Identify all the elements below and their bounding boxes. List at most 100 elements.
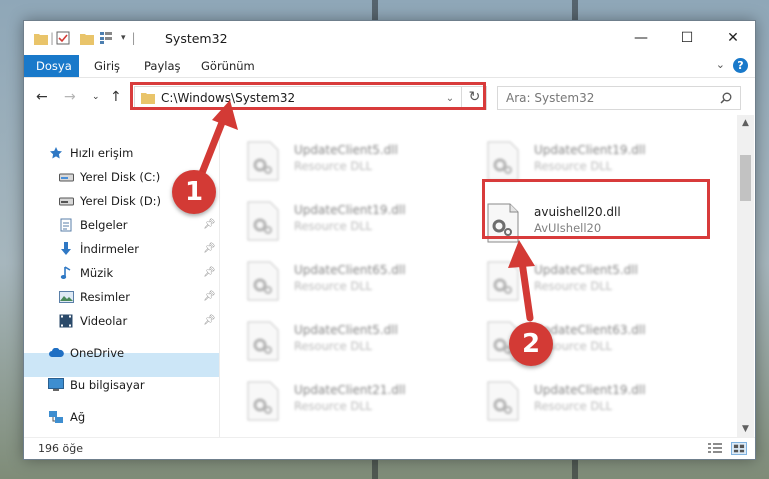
nav-label: Müzik <box>80 266 114 280</box>
nav-quick-access[interactable]: Hızlı erişim <box>48 141 133 165</box>
file-name: UpdateClient21.dll <box>294 383 406 397</box>
tab-view[interactable]: Görünüm <box>189 55 267 77</box>
maximize-button[interactable]: ☐ <box>664 21 710 55</box>
file-tile[interactable]: UpdateClient19.dll Resource DLL <box>486 379 716 429</box>
minimize-icon: — <box>634 30 648 46</box>
file-name: UpdateClient19.dll <box>534 143 646 157</box>
navigation-pane: Hızlı erişim Yerel Disk (C:) Yerel Disk … <box>24 115 219 437</box>
nav-label: Resimler <box>80 290 130 304</box>
back-button[interactable]: ← <box>36 89 48 105</box>
file-name: UpdateClient5.dll <box>294 143 398 157</box>
pin-icon[interactable]: 📌︎ <box>203 219 216 230</box>
file-description: Resource DLL <box>534 159 613 173</box>
dll-file-icon <box>486 381 522 423</box>
download-icon <box>58 242 74 256</box>
nav-label: OneDrive <box>70 346 125 360</box>
videos-icon <box>58 314 74 328</box>
details-view-icon[interactable] <box>707 442 723 455</box>
drive-icon <box>58 194 74 208</box>
file-tile[interactable]: UpdateClient5.dll Resource DLL <box>246 319 476 369</box>
nav-videos[interactable]: Videolar <box>58 309 127 333</box>
nav-downloads[interactable]: İndirmeler <box>58 237 139 261</box>
file-name: UpdateClient19.dll <box>294 203 406 217</box>
scroll-up-icon[interactable]: ▲ <box>737 115 754 131</box>
file-tile[interactable]: UpdateClient19.dll Resource DLL <box>246 199 476 249</box>
file-highlight <box>482 179 710 239</box>
item-count: 196 öğe <box>38 442 83 455</box>
customize-toolbar-icon[interactable]: ▾ <box>121 33 126 43</box>
dll-file-icon <box>246 381 282 423</box>
nav-label: Yerel Disk (D:) <box>80 194 162 208</box>
address-bar-highlight <box>130 82 486 110</box>
file-name: UpdateClient65.dll <box>294 263 406 277</box>
close-icon: ✕ <box>727 30 739 46</box>
search-box[interactable]: Ara: System32 <box>497 86 741 110</box>
nav-label: İndirmeler <box>80 242 139 256</box>
dll-file-icon <box>246 201 282 243</box>
pin-icon[interactable]: 📌︎ <box>203 243 216 254</box>
nav-label: Belgeler <box>80 218 128 232</box>
tab-share[interactable]: Paylaş <box>132 55 193 77</box>
minimize-button[interactable]: — <box>618 21 664 55</box>
cloud-icon <box>48 346 64 360</box>
network-icon <box>48 410 64 424</box>
nav-label: Ağ <box>70 410 86 424</box>
properties-icon[interactable] <box>56 31 70 45</box>
expand-ribbon-icon[interactable]: ⌄ <box>716 58 725 71</box>
scroll-down-icon[interactable]: ▼ <box>737 421 754 437</box>
nav-label: Yerel Disk (C:) <box>80 170 161 184</box>
nav-drive-c[interactable]: Yerel Disk (C:) <box>58 165 160 189</box>
file-name: UpdateClient19.dll <box>534 383 646 397</box>
dll-file-icon <box>486 261 522 303</box>
quick-access-toolbar: | ▾ | <box>34 31 136 45</box>
up-button[interactable]: ↑ <box>110 89 122 105</box>
drive-icon <box>58 170 74 184</box>
file-description: Resource DLL <box>294 399 373 413</box>
pictures-icon <box>58 290 74 304</box>
vertical-scrollbar[interactable]: ▲ ▼ <box>737 115 754 437</box>
file-tile[interactable]: UpdateClient5.dll Resource DLL <box>486 259 716 309</box>
dll-file-icon <box>246 321 282 363</box>
separator: | <box>131 31 136 45</box>
nav-this-pc[interactable]: Bu bilgisayar <box>48 373 145 397</box>
tab-home[interactable]: Giriş <box>82 55 132 77</box>
pane-divider <box>219 115 220 437</box>
search-placeholder: Ara: System32 <box>506 91 595 105</box>
view-menu-icon[interactable] <box>100 32 116 44</box>
nav-label: Videolar <box>80 314 128 328</box>
ribbon-tabs: Dosya Giriş Paylaş Görünüm ⌄ ? <box>24 55 755 77</box>
folder-icon[interactable] <box>34 32 48 45</box>
nav-documents[interactable]: Belgeler <box>58 213 128 237</box>
nav-drive-d[interactable]: Yerel Disk (D:) <box>58 189 161 213</box>
tab-file[interactable]: Dosya <box>24 55 79 77</box>
forward-button[interactable]: → <box>64 89 76 105</box>
file-name: UpdateClient5.dll <box>534 263 638 277</box>
file-tile[interactable]: UpdateClient65.dll Resource DLL <box>246 259 476 309</box>
file-description: Resource DLL <box>294 219 373 233</box>
recent-locations-icon[interactable]: ⌄ <box>92 92 100 102</box>
new-folder-icon[interactable] <box>80 32 94 45</box>
nav-network[interactable]: Ağ <box>48 405 85 429</box>
pin-icon[interactable]: 📌︎ <box>203 315 216 326</box>
search-icon <box>720 92 732 104</box>
scroll-thumb[interactable] <box>740 155 751 201</box>
file-tile[interactable]: UpdateClient5.dll Resource DLL <box>246 139 476 189</box>
file-description: Resource DLL <box>534 399 613 413</box>
file-tile[interactable]: UpdateClient21.dll Resource DLL <box>246 379 476 429</box>
music-icon <box>58 266 74 280</box>
help-icon[interactable]: ? <box>733 58 748 73</box>
title-bar: | ▾ | System32 — ☐ ✕ <box>24 21 755 55</box>
nav-onedrive[interactable]: OneDrive <box>48 341 124 365</box>
documents-icon <box>58 218 74 232</box>
close-button[interactable]: ✕ <box>710 21 756 55</box>
large-icons-view-icon[interactable] <box>731 442 747 455</box>
file-description: Resource DLL <box>294 279 373 293</box>
nav-pictures[interactable]: Resimler <box>58 285 130 309</box>
dll-file-icon <box>486 141 522 183</box>
nav-music[interactable]: Müzik <box>58 261 113 285</box>
nav-label: Hızlı erişim <box>70 146 134 160</box>
pin-icon[interactable]: 📌︎ <box>203 267 216 278</box>
file-name: UpdateClient5.dll <box>294 323 398 337</box>
nav-label: Bu bilgisayar <box>70 378 145 392</box>
pin-icon[interactable]: 📌︎ <box>203 291 216 302</box>
